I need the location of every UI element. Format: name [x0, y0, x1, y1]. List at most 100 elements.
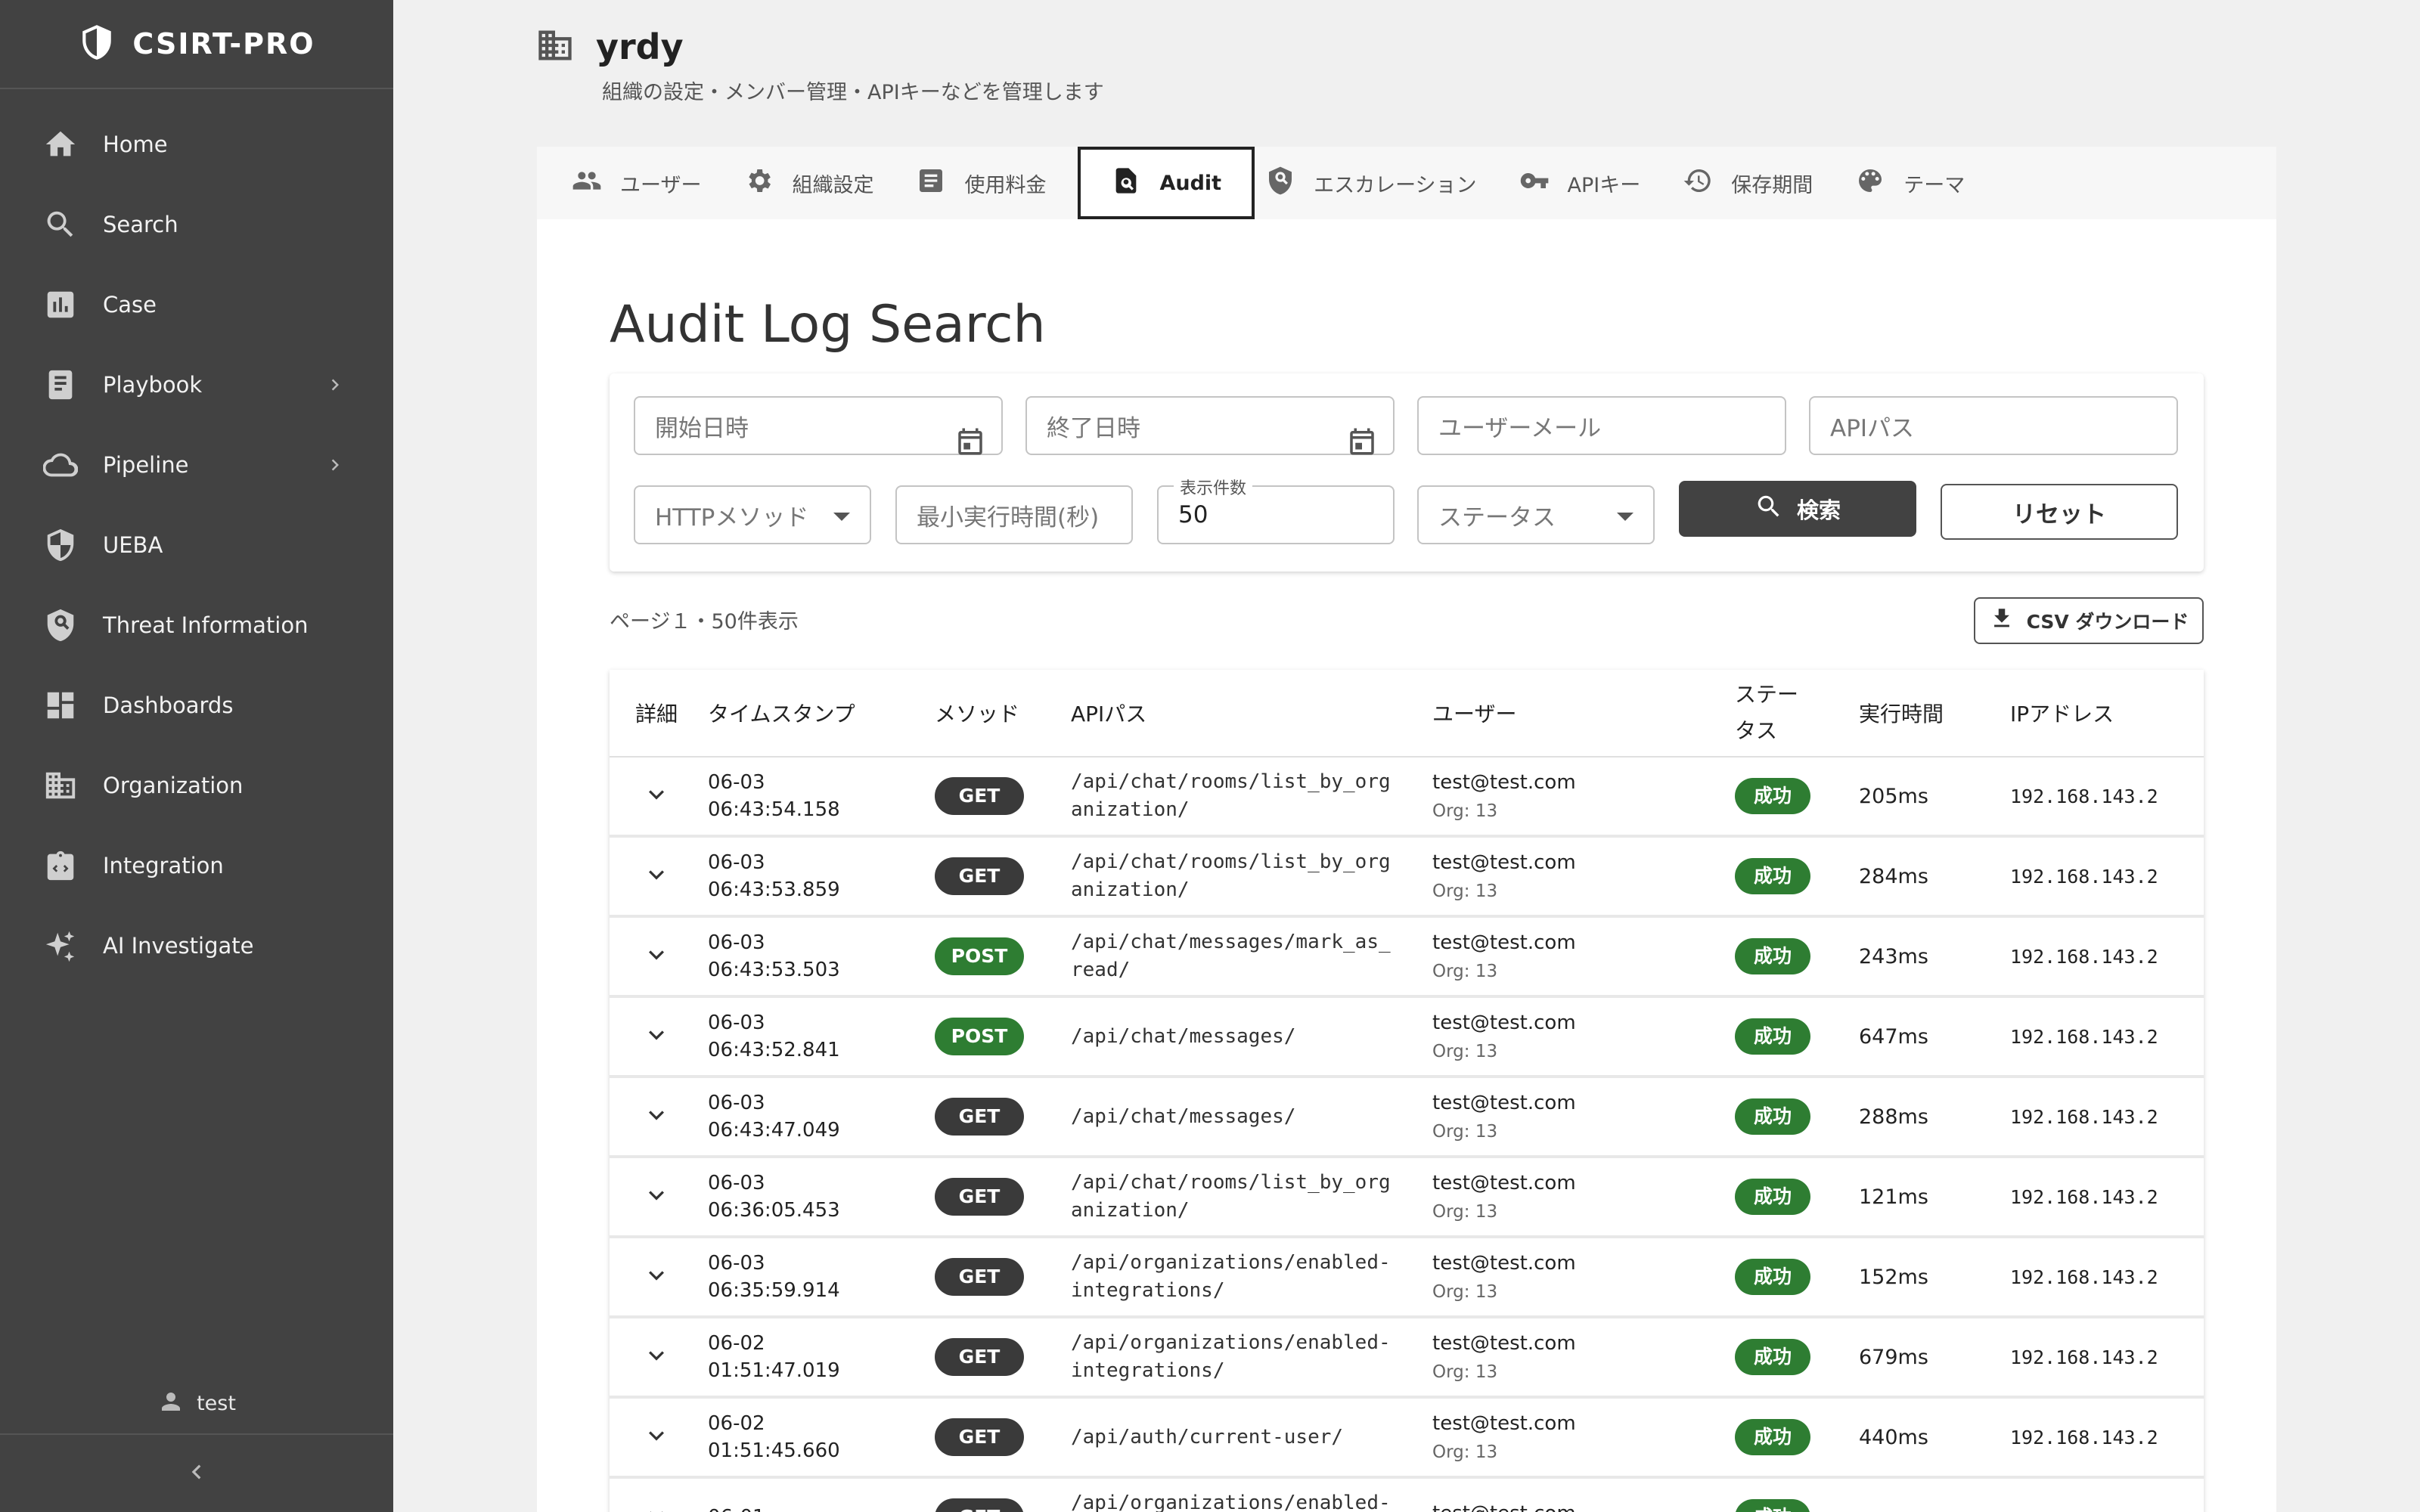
timestamp: 06-03 06:36:05.453: [708, 1172, 840, 1222]
history-icon: [1683, 166, 1713, 201]
table-row[interactable]: 06-03 06:43:53.859 GET/api/chat/rooms/lis…: [610, 838, 2204, 918]
page-info: ページ１・50件表示: [610, 610, 799, 634]
timestamp: 06-03 06:43:47.049: [708, 1092, 840, 1142]
table-row[interactable]: 06-03 06:43:53.503 POST/api/chat/messages…: [610, 918, 2204, 998]
threat-icon: [42, 607, 79, 643]
api-path-field[interactable]: APIパス: [1809, 396, 2178, 455]
expand-row-icon[interactable]: [635, 1271, 672, 1294]
col-ip[interactable]: IPアドレス: [2010, 698, 2204, 728]
table-row[interactable]: 06-03 06:43:54.158 GET/api/chat/rooms/lis…: [610, 758, 2204, 838]
download-icon: [1989, 606, 2015, 636]
sidebar-item-ueba[interactable]: UEBA: [0, 505, 393, 585]
col-status[interactable]: ステー タス: [1735, 677, 1859, 749]
expand-row-icon[interactable]: [635, 790, 672, 813]
sidebar-item-threat-information[interactable]: Threat Information: [0, 585, 393, 665]
col-timestamp[interactable]: タイムスタンプ: [708, 698, 935, 728]
sidebar-item-dashboards[interactable]: Dashboards: [0, 665, 393, 745]
search-button[interactable]: 検索: [1679, 481, 1916, 537]
api-path: /api/chat/rooms/list_by_organization/: [1071, 1171, 1391, 1222]
exec-time: 647ms: [1859, 1024, 1928, 1049]
ip-address: 192.168.143.2: [2010, 1185, 2158, 1208]
col-path[interactable]: APIパス: [1071, 698, 1432, 728]
start-date-field[interactable]: 開始日時: [634, 396, 1003, 455]
table-row[interactable]: 06-02 01:51:45.660 GET/api/auth/current-u…: [610, 1399, 2204, 1479]
page-size-field[interactable]: 表示件数 50: [1157, 475, 1395, 544]
integration-icon: [42, 847, 79, 884]
sidebar-user[interactable]: test: [0, 1388, 393, 1418]
sidebar-item-search[interactable]: Search: [0, 184, 393, 265]
sidebar-item-pipeline[interactable]: Pipeline: [0, 425, 393, 505]
table-row[interactable]: 06-01 GET/api/organizations/enabled-in te…: [610, 1479, 2204, 1512]
status-select[interactable]: ステータス: [1417, 485, 1655, 544]
table-row[interactable]: 06-03 06:43:52.841 POST/api/chat/messages…: [610, 998, 2204, 1078]
expand-row-icon[interactable]: [635, 1351, 672, 1374]
method-badge: GET: [935, 857, 1024, 895]
table-body: 06-03 06:43:54.158 GET/api/chat/rooms/lis…: [610, 758, 2204, 1512]
ip-address: 192.168.143.2: [2010, 1025, 2158, 1048]
exec-time: 284ms: [1859, 864, 1928, 888]
api-path: /api/chat/rooms/list_by_organization/: [1071, 850, 1391, 901]
expand-row-icon[interactable]: [635, 950, 672, 973]
exec-time: 288ms: [1859, 1105, 1928, 1129]
csv-button-label: CSV ダウンロード: [2026, 611, 2189, 633]
sidebar-item-playbook[interactable]: Playbook: [0, 345, 393, 425]
sidebar-item-label: AI Investigate: [103, 933, 254, 959]
timestamp: 06-03 06:43:53.859: [708, 851, 840, 901]
exec-time: 121ms: [1859, 1185, 1928, 1209]
method-badge: GET: [935, 1178, 1024, 1216]
table-row[interactable]: 06-03 06:36:05.453 GET/api/chat/rooms/lis…: [610, 1158, 2204, 1238]
ip-address: 192.168.143.2: [2010, 865, 2158, 888]
api-path-placeholder: APIパス: [1830, 414, 1915, 442]
method-badge: GET: [935, 1498, 1024, 1512]
user-org: Org: 13: [1432, 1122, 1498, 1142]
table-row[interactable]: 06-02 01:51:47.019 GET/api/organizations/…: [610, 1318, 2204, 1399]
tab-billing[interactable]: 使用料金: [905, 147, 1078, 219]
sidebar-item-ai-investigate[interactable]: AI Investigate: [0, 906, 393, 986]
method-badge: GET: [935, 1258, 1024, 1296]
col-user[interactable]: ユーザー: [1432, 698, 1735, 728]
sidebar-item-integration[interactable]: Integration: [0, 826, 393, 906]
min-exec-placeholder: 最小実行時間(秒): [917, 503, 1100, 531]
table-row[interactable]: 06-03 06:43:47.049 GET/api/chat/messages/…: [610, 1078, 2204, 1158]
user-email: test@test.com: [1432, 1172, 1576, 1194]
expand-row-icon[interactable]: [635, 870, 672, 893]
sidebar-item-case[interactable]: Case: [0, 265, 393, 345]
csv-download-button[interactable]: CSV ダウンロード: [1974, 597, 2204, 644]
ip-address: 192.168.143.2: [2010, 785, 2158, 807]
http-method-select[interactable]: HTTPメソッド: [634, 485, 871, 544]
ip-address: 192.168.143.2: [2010, 1266, 2158, 1288]
ip-address: 192.168.143.2: [2010, 945, 2158, 968]
sidebar-nav: Home Search Case Playbook Pipeline UEBA …: [0, 89, 393, 986]
end-date-field[interactable]: 終了日時: [1025, 396, 1395, 455]
tab-label: APIキー: [1567, 173, 1641, 197]
tab-retention[interactable]: 保存期間: [1672, 147, 1844, 219]
user-org: Org: 13: [1432, 1442, 1498, 1462]
status-badge: 成功: [1735, 1018, 1810, 1055]
col-exec[interactable]: 実行時間: [1859, 698, 2010, 728]
table-row[interactable]: 06-03 06:35:59.914 GET/api/organizations/…: [610, 1238, 2204, 1318]
tab-api-keys[interactable]: APIキー: [1509, 147, 1673, 219]
tab-org-settings[interactable]: 組織設定: [733, 147, 905, 219]
expand-row-icon[interactable]: [635, 1191, 672, 1213]
sidebar-item-home[interactable]: Home: [0, 104, 393, 184]
user-email: test@test.com: [1432, 1502, 1735, 1512]
expand-row-icon[interactable]: [635, 1030, 672, 1053]
collapse-sidebar-button[interactable]: [0, 1433, 393, 1512]
user-email-field[interactable]: ユーザーメール: [1417, 396, 1786, 455]
expand-row-icon[interactable]: [635, 1111, 672, 1133]
brand-name: CSIRT-PRO: [132, 27, 315, 60]
reset-button[interactable]: リセット: [1941, 484, 2178, 540]
col-method[interactable]: メソッド: [935, 698, 1071, 728]
tab-theme[interactable]: テーマ: [1844, 147, 1996, 219]
settings-card: ユーザー 組織設定 使用料金 Audit エスカレーション APIキー 保存期間: [537, 147, 2276, 1512]
min-exec-time-field[interactable]: 最小実行時間(秒): [895, 485, 1133, 544]
user-email: test@test.com: [1432, 771, 1576, 794]
api-path: /api/chat/rooms/list_by_organization/: [1071, 770, 1391, 821]
brand[interactable]: CSIRT-PRO: [0, 0, 393, 89]
person-icon: [157, 1388, 185, 1418]
tab-escalation[interactable]: エスカレーション: [1255, 147, 1508, 219]
sidebar-item-organization[interactable]: Organization: [0, 745, 393, 826]
tab-users[interactable]: ユーザー: [561, 147, 733, 219]
expand-row-icon[interactable]: [635, 1431, 672, 1454]
tab-audit[interactable]: Audit: [1078, 147, 1255, 219]
